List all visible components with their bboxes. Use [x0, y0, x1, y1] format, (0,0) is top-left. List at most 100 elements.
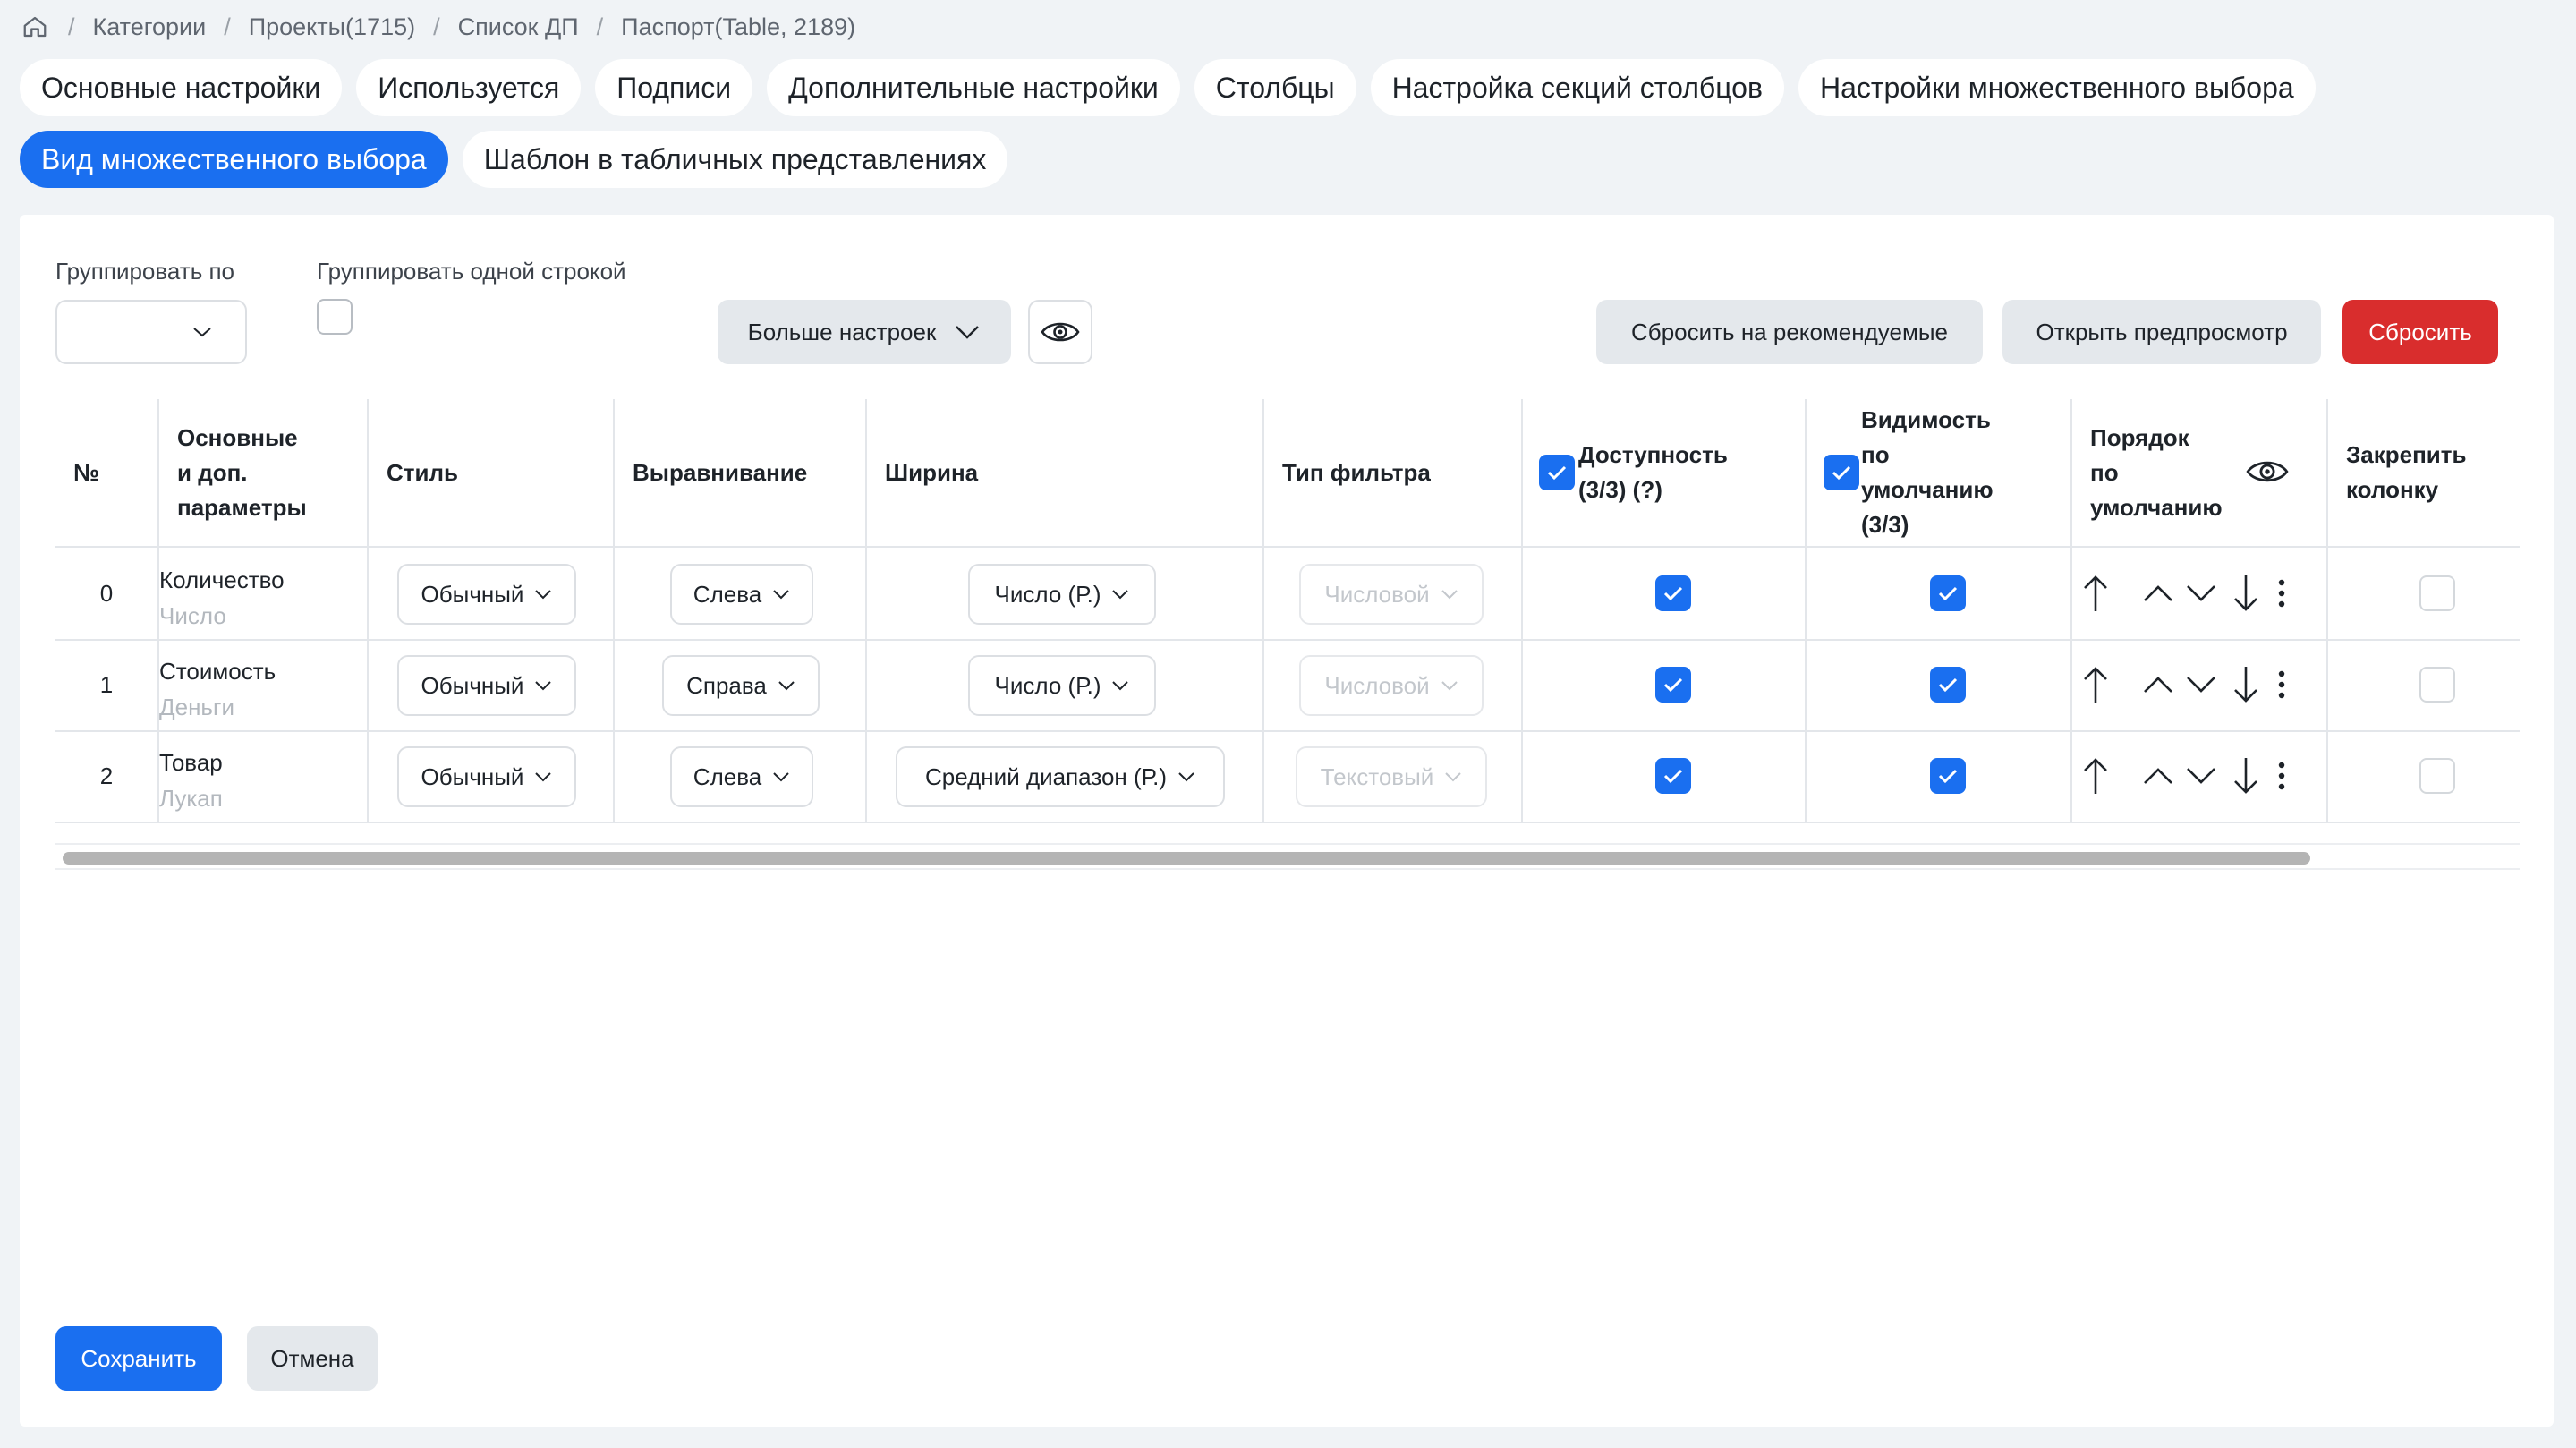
- move-top-arrow-icon[interactable]: [2074, 662, 2117, 707]
- width-value: Число (Р.): [994, 671, 1101, 699]
- param-label: Количество: [159, 566, 285, 593]
- header-params-line: и доп.: [177, 458, 248, 486]
- header-pin-line: колонку: [2346, 476, 2439, 503]
- chevron-down-icon: [773, 772, 789, 782]
- preview-eye-button[interactable]: [1028, 300, 1092, 364]
- more-settings-button[interactable]: Больше настроек: [718, 300, 1011, 364]
- move-down-chevron-icon[interactable]: [2180, 571, 2223, 616]
- move-up-chevron-icon[interactable]: [2137, 662, 2180, 707]
- horizontal-scrollbar[interactable]: [55, 843, 2520, 870]
- header-order-line: умолчанию: [2090, 493, 2223, 521]
- header-visibility-line: (3/3): [1861, 511, 1909, 538]
- move-up-chevron-icon[interactable]: [2137, 754, 2180, 798]
- filter-dropdown: Числовой: [1299, 655, 1484, 716]
- more-options-icon[interactable]: [2260, 571, 2303, 616]
- align-dropdown[interactable]: Справа: [662, 655, 820, 716]
- check-icon: [1663, 677, 1683, 693]
- move-down-chevron-icon[interactable]: [2180, 754, 2223, 798]
- header-align: Выравнивание: [633, 458, 808, 486]
- chevron-down-icon: [956, 326, 980, 339]
- filter-value: Числовой: [1324, 671, 1430, 699]
- chevron-down-icon: [1112, 590, 1129, 600]
- header-availability-line: Доступность: [1578, 441, 1728, 468]
- availability-checkbox[interactable]: [1655, 667, 1691, 703]
- visibility-checkbox[interactable]: [1930, 667, 1966, 703]
- availability-checkbox[interactable]: [1655, 575, 1691, 611]
- check-icon: [1547, 465, 1567, 481]
- filter-dropdown: Числовой: [1299, 564, 1484, 625]
- eye-icon[interactable]: [2246, 456, 2289, 491]
- chevron-down-icon: [1441, 681, 1458, 691]
- chevron-down-icon: [193, 328, 211, 337]
- tab-additional-settings[interactable]: Дополнительные настройки: [767, 59, 1180, 116]
- align-dropdown[interactable]: Слева: [670, 746, 813, 807]
- param-name: Товар Лукап: [159, 745, 223, 816]
- width-dropdown[interactable]: Средний диапазон (Р.): [896, 746, 1225, 807]
- style-value: Обычный: [421, 762, 524, 790]
- tab-table-template[interactable]: Шаблон в табличных представлениях: [462, 131, 1008, 188]
- availability-checkbox[interactable]: [1655, 758, 1691, 794]
- check-icon: [1832, 465, 1851, 481]
- more-options-icon[interactable]: [2260, 662, 2303, 707]
- breadcrumb-separator: /: [224, 13, 231, 40]
- header-visibility-line: Видимость: [1861, 406, 1991, 433]
- filter-value: Текстовый: [1320, 762, 1434, 790]
- tab-multiselect-view[interactable]: Вид множественного выбора: [20, 131, 448, 188]
- style-value: Обычный: [421, 671, 524, 699]
- chevron-down-icon: [535, 590, 552, 600]
- breadcrumb-item-categories[interactable]: Категории: [93, 13, 207, 41]
- visibility-checkbox[interactable]: [1930, 758, 1966, 794]
- width-dropdown[interactable]: Число (Р.): [968, 655, 1156, 716]
- open-preview-button[interactable]: Открыть предпросмотр: [2002, 300, 2321, 364]
- header-visibility: Видимость по умолчанию (3/3): [1861, 399, 1994, 546]
- header-params-line: Основные: [177, 423, 298, 451]
- reset-button[interactable]: Сбросить: [2342, 300, 2498, 364]
- scrollbar-thumb[interactable]: [63, 852, 2310, 865]
- home-icon[interactable]: [20, 12, 50, 42]
- align-dropdown[interactable]: Слева: [670, 564, 813, 625]
- save-button[interactable]: Сохранить: [55, 1326, 222, 1391]
- check-icon: [1663, 586, 1683, 601]
- pin-column-checkbox[interactable]: [2419, 758, 2455, 794]
- tab-column-sections[interactable]: Настройка секций столбцов: [1370, 59, 1784, 116]
- filter-dropdown: Текстовый: [1296, 746, 1487, 807]
- row-divider: [55, 822, 2520, 823]
- pin-column-checkbox[interactable]: [2419, 575, 2455, 611]
- more-settings-label: Больше настроек: [747, 318, 937, 345]
- tab-multiselect-settings[interactable]: Настройки множественного выбора: [1798, 59, 2316, 116]
- style-dropdown[interactable]: Обычный: [397, 746, 576, 807]
- group-by-select[interactable]: [55, 300, 247, 364]
- visibility-checkbox[interactable]: [1930, 575, 1966, 611]
- group-one-line-checkbox[interactable]: [317, 299, 353, 335]
- align-value: Слева: [693, 580, 762, 608]
- style-dropdown[interactable]: Обычный: [397, 655, 576, 716]
- breadcrumb-item-projects[interactable]: Проекты(1715): [249, 13, 415, 41]
- move-top-arrow-icon[interactable]: [2074, 754, 2117, 798]
- breadcrumb-item-list[interactable]: Список ДП: [458, 13, 579, 41]
- move-top-arrow-icon[interactable]: [2074, 571, 2117, 616]
- eye-icon: [1041, 322, 1080, 342]
- move-down-chevron-icon[interactable]: [2180, 662, 2223, 707]
- header-availability-checkbox[interactable]: [1539, 455, 1575, 490]
- cancel-button[interactable]: Отмена: [247, 1326, 378, 1391]
- chevron-down-icon: [1178, 772, 1194, 782]
- width-dropdown[interactable]: Число (Р.): [968, 564, 1156, 625]
- header-num: №: [73, 458, 99, 486]
- chevron-down-icon: [535, 772, 552, 782]
- row-number: 1: [99, 670, 114, 698]
- tab-captions[interactable]: Подписи: [595, 59, 753, 116]
- breadcrumb: / Категории / Проекты(1715) / Список ДП …: [20, 11, 855, 43]
- style-value: Обычный: [421, 580, 524, 608]
- more-options-icon[interactable]: [2260, 754, 2303, 798]
- param-name: Количество Число: [159, 562, 285, 634]
- tab-columns[interactable]: Столбцы: [1194, 59, 1356, 116]
- move-up-chevron-icon[interactable]: [2137, 571, 2180, 616]
- tab-used[interactable]: Используется: [356, 59, 582, 116]
- style-dropdown[interactable]: Обычный: [397, 564, 576, 625]
- header-visibility-checkbox[interactable]: [1824, 455, 1859, 490]
- reset-recommended-button[interactable]: Сбросить на рекомендуемые: [1596, 300, 1983, 364]
- width-value: Число (Р.): [994, 580, 1101, 608]
- tab-main-settings[interactable]: Основные настройки: [20, 59, 343, 116]
- pin-column-checkbox[interactable]: [2419, 667, 2455, 703]
- header-availability: Доступность (3/3) (?): [1578, 399, 1728, 546]
